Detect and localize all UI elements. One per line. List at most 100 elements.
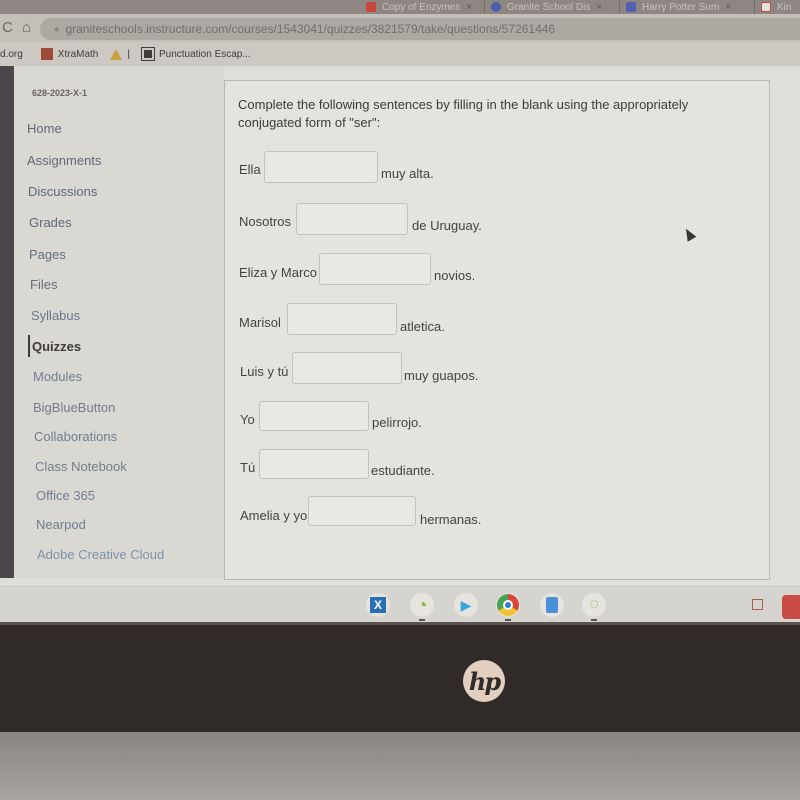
laptop-base (0, 732, 800, 800)
sentence-predicate: atletica. (400, 319, 445, 334)
sentence-subject: Nosotros (239, 214, 292, 229)
course-nav-files[interactable]: Files (30, 277, 57, 292)
chrome-icon (497, 594, 519, 616)
laptop-bezel: hp (0, 622, 800, 732)
course-nav-home[interactable]: Home (27, 121, 62, 136)
browser-tab[interactable]: Kin (755, 0, 800, 14)
answer-input-8[interactable] (308, 496, 416, 526)
course-nav-grades[interactable]: Grades (29, 215, 72, 230)
course-nav-adobe-creative-cloud[interactable]: Adobe Creative Cloud (37, 547, 164, 562)
sync-app-icon[interactable]: ◌ (582, 593, 606, 621)
course-nav-assignments[interactable]: Assignments (27, 153, 101, 168)
chrome-app-icon[interactable] (496, 593, 520, 621)
quiz-question-panel: Complete the following sentences by fill… (224, 80, 770, 580)
running-indicator (419, 619, 425, 621)
browser-tab[interactable]: Copy of Enzymes × (360, 0, 485, 14)
play-store-app-icon[interactable]: ▶ (454, 593, 478, 617)
sentence-subject: Amelia y yo (240, 508, 308, 523)
close-icon[interactable]: × (466, 2, 472, 13)
bookmark-separator: | (127, 48, 130, 60)
close-icon[interactable]: × (725, 2, 731, 13)
docs-app-icon[interactable] (540, 593, 564, 617)
sentence-predicate: de Uruguay. (412, 218, 482, 233)
tab-label: Harry Potter Sum (642, 1, 720, 13)
sentence-subject: Yo (240, 412, 255, 427)
bookmark-label: d.org (0, 48, 23, 60)
app-glyph: ▶ (460, 596, 472, 613)
screen: Copy of Enzymes × Granite School Dis × H… (0, 0, 800, 622)
reload-icon[interactable]: C (2, 19, 13, 36)
status-tray[interactable] (782, 595, 800, 619)
browser-tab[interactable]: Harry Potter Sum × (620, 0, 755, 14)
course-nav-bigbluebutton[interactable]: BigBlueButton (33, 400, 115, 415)
tab-strip: Copy of Enzymes × Granite School Dis × H… (0, 0, 800, 14)
home-icon[interactable]: ⌂ (22, 19, 31, 36)
app-glyph: ◔ (416, 594, 428, 615)
url-bar[interactable]: ● graniteschools.instructure.com/courses… (40, 18, 800, 40)
bookmark-item[interactable]: d.org (0, 49, 23, 60)
bookmark-xtramath[interactable]: XtraMath (40, 48, 99, 60)
notification-icon[interactable] (752, 599, 763, 610)
course-nav-discussions[interactable]: Discussions (28, 184, 97, 199)
course-navigation: 628-2023-X-1 Home Assignments Discussion… (14, 66, 224, 578)
course-nav-office-365[interactable]: Office 365 (36, 488, 95, 503)
progress-app-icon[interactable]: ◔ (410, 593, 434, 621)
tab-label: Granite School Dis (507, 1, 591, 13)
answer-input-2[interactable] (296, 203, 408, 235)
app-glyph: ◌ (589, 596, 599, 613)
course-nav-quizzes[interactable]: Quizzes (27, 335, 81, 357)
url-text: graniteschools.instructure.com/courses/1… (65, 22, 556, 36)
xtramath-icon (40, 48, 53, 60)
course-nav-collaborations[interactable]: Collaborations (34, 429, 117, 444)
sentence-subject: Eliza y Marco (239, 265, 318, 280)
drive-icon (110, 48, 123, 60)
bookmark-label: Punctuation Escap... (158, 48, 251, 60)
tab-label: Kin (777, 1, 792, 13)
address-bar-row: C ⌂ ● graniteschools.instructure.com/cou… (0, 14, 800, 42)
course-nav-class-notebook[interactable]: Class Notebook (35, 459, 127, 474)
doc-icon (366, 2, 376, 12)
docs-icon (626, 2, 636, 12)
doc-icon (761, 2, 771, 12)
chromeos-shelf: X ◔ ▶ ◌ (0, 586, 800, 622)
app-glyph: X (370, 597, 386, 613)
answer-input-6[interactable] (259, 401, 369, 431)
classlink-app-icon[interactable]: X (366, 593, 390, 617)
lock-icon: ● (54, 24, 60, 34)
bookmark-drive[interactable]: | (110, 48, 130, 60)
bookmark-label: XtraMath (57, 48, 99, 60)
bookmarks-bar: d.org XtraMath | Punctuation Escap... (0, 42, 800, 66)
course-nav-pages[interactable]: Pages (29, 247, 66, 262)
tab-label: Copy of Enzymes (382, 1, 461, 13)
sentence-subject: Ella (239, 162, 261, 177)
sentence-predicate: novios. (434, 268, 476, 283)
sentence-predicate: muy alta. (381, 166, 434, 181)
running-indicator (591, 619, 597, 621)
close-icon[interactable]: × (596, 2, 602, 13)
sentence-subject: Luis y tú (240, 364, 289, 379)
course-nav-syllabus[interactable]: Syllabus (31, 308, 80, 323)
sentence-predicate: hermanas. (420, 512, 482, 527)
answer-input-3[interactable] (319, 253, 431, 285)
sentence-predicate: pelirrojo. (372, 415, 422, 430)
hp-logo: hp (463, 660, 505, 702)
sentence-subject: Marisol (239, 315, 281, 330)
course-nav-nearpod[interactable]: Nearpod (36, 517, 86, 532)
answer-input-5[interactable] (292, 352, 402, 384)
course-code: 628-2023-X-1 (32, 88, 88, 98)
sentence-subject: Tú (240, 460, 256, 475)
answer-input-4[interactable] (287, 303, 397, 335)
browser-tab[interactable]: Granite School Dis × (485, 0, 620, 14)
sentence-predicate: muy guapos. (404, 368, 479, 383)
page-icon (140, 47, 155, 61)
running-indicator (505, 619, 511, 621)
sentence-predicate: estudiante. (371, 463, 435, 478)
school-icon (491, 2, 501, 12)
docs-icon (546, 597, 558, 613)
course-nav-modules[interactable]: Modules (33, 369, 82, 384)
bookmark-punctuation[interactable]: Punctuation Escap... (140, 47, 251, 61)
answer-input-7[interactable] (259, 449, 369, 479)
question-instructions: Complete the following sentences by fill… (238, 97, 689, 130)
answer-input-1[interactable] (264, 151, 378, 183)
global-nav-bar (0, 66, 14, 578)
